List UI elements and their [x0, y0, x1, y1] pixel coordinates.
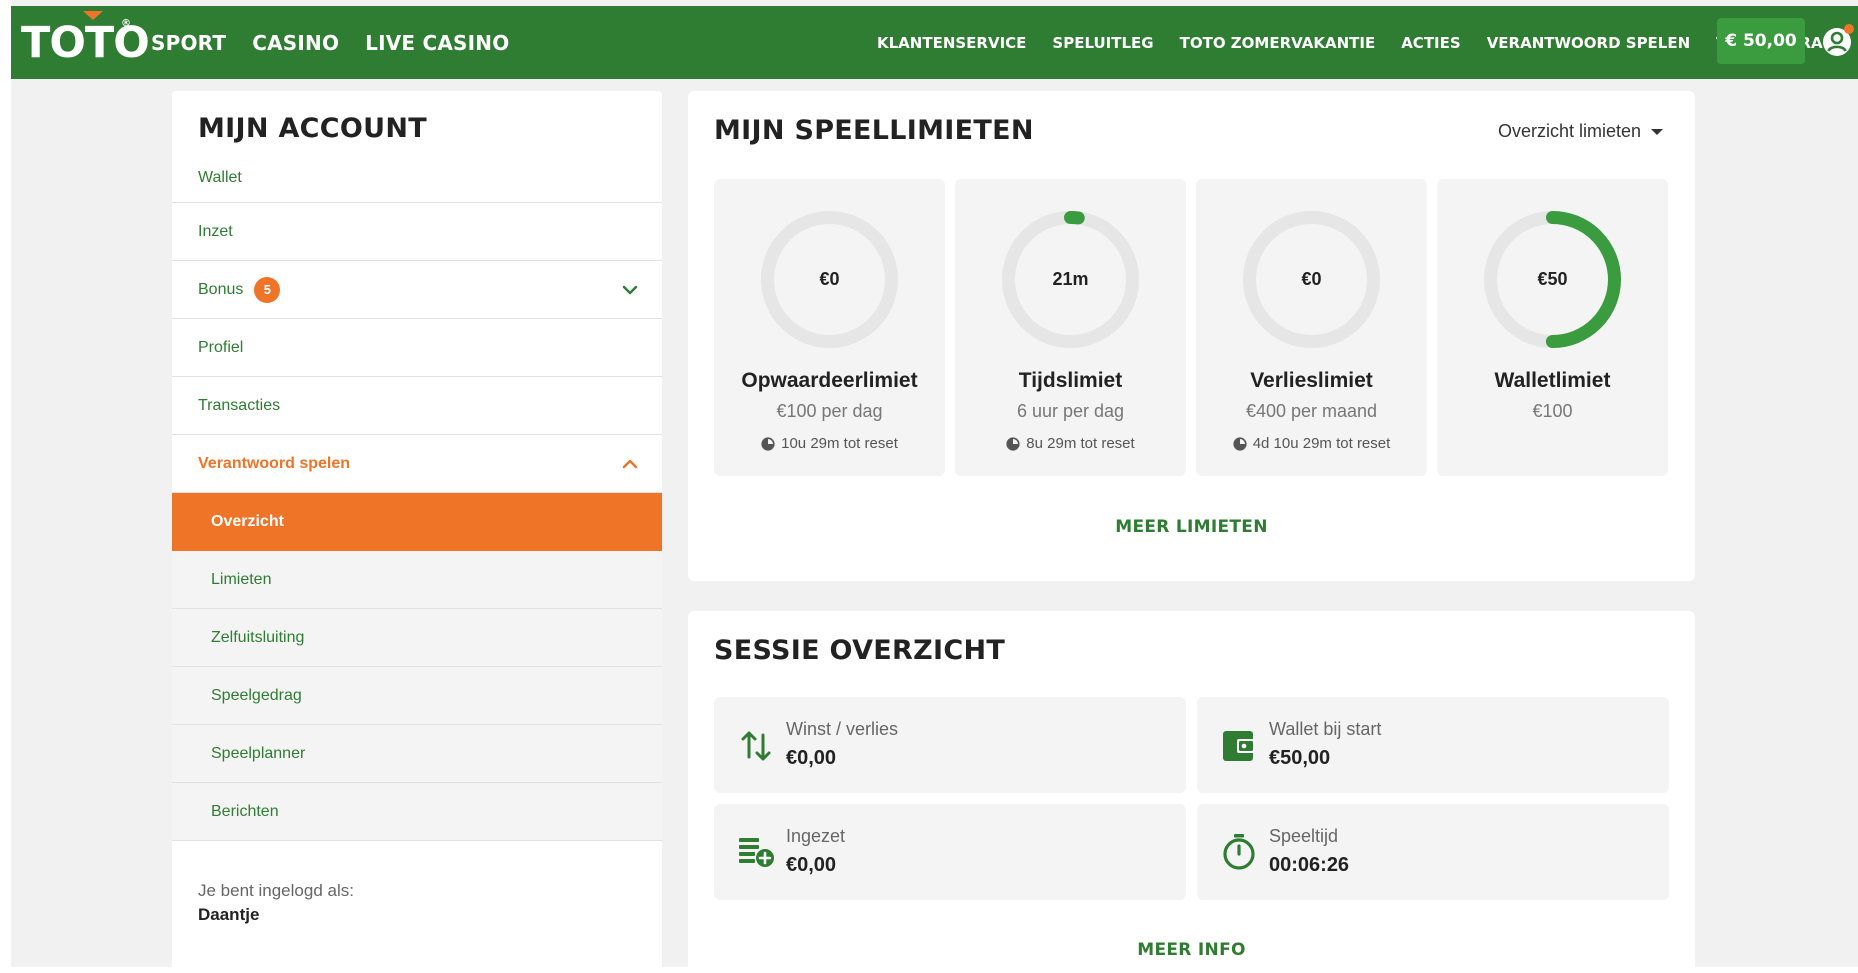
- more-limits-link[interactable]: MEER LIMIETEN: [688, 517, 1695, 537]
- limit-reset: 4d 10u 29m tot reset: [1196, 435, 1427, 452]
- bonus-count-badge: 5: [254, 276, 281, 303]
- sidebar-item-label: Bonus: [198, 280, 244, 298]
- limit-amount: €400 per maand: [1245, 401, 1378, 421]
- session-stat-label: Ingezet: [786, 826, 846, 846]
- reset-clock-icon: [1233, 436, 1247, 451]
- session-title: SESSIE OVERZICHT: [714, 635, 1006, 666]
- limit-tile-verlieslimiet[interactable]: €0 Verlieslimiet €400 per maand 4d 10u 2…: [1196, 179, 1427, 476]
- sidebar-item-label: Transacties: [198, 396, 281, 414]
- sidebar-item-bonus[interactable]: Bonus 5: [172, 261, 662, 319]
- nav-casino[interactable]: CASINO: [252, 31, 339, 55]
- session-stat-label: Wallet bij start: [1269, 719, 1382, 739]
- limit-amount: €100 per dag: [776, 401, 883, 421]
- logged-in-username: Daantje: [198, 905, 260, 924]
- nav-live-casino[interactable]: LIVE CASINO: [365, 31, 509, 55]
- limit-reset-text: 10u 29m tot reset: [781, 435, 898, 452]
- limit-amount: €100: [1532, 401, 1573, 421]
- sidebar-item-transacties[interactable]: Transacties: [172, 377, 662, 435]
- limit-reset-text: 4d 10u 29m tot reset: [1252, 435, 1391, 452]
- limit-reset: 8u 29m tot reset: [955, 435, 1186, 452]
- session-stat-value: €0,00: [786, 854, 837, 876]
- nav-speluitleg[interactable]: SPELUITLEG: [1052, 34, 1153, 52]
- main-nav: SPORT CASINO LIVE CASINO: [151, 6, 509, 79]
- limits-title: MIJN SPEELLIMIETEN: [714, 115, 1034, 146]
- coins-add-icon: [739, 838, 774, 867]
- dropdown-label: Overzicht limieten: [1497, 121, 1641, 141]
- session-card: SESSIE OVERZICHT Winst / verlies €0,00 W…: [688, 611, 1695, 973]
- sidebar-item-label: Wallet: [198, 169, 242, 186]
- limit-name: Verlieslimiet: [1250, 369, 1373, 392]
- chevron-up-icon[interactable]: [622, 459, 638, 469]
- session-stat-label: Winst / verlies: [786, 719, 899, 739]
- sidebar-menu: Wallet Inzet Bonus 5 Profiel Transacties…: [172, 163, 662, 841]
- window-edge-left: [0, 0, 11, 973]
- sidebar-item-label: Verantwoord spelen: [198, 454, 351, 472]
- sidebar-item-label: Profiel: [198, 338, 244, 356]
- nav-verantwoord-spelen[interactable]: VERANTWOORD SPELEN: [1487, 34, 1690, 52]
- reset-clock-icon: [1006, 436, 1020, 451]
- session-stat-wallet-bij-start: Wallet bij start €50,00: [1197, 697, 1669, 793]
- limits-card: MIJN SPEELLIMIETEN Overzicht limieten €0…: [688, 91, 1695, 581]
- sidebar-item-verantwoord-spelen[interactable]: Verantwoord spelen: [172, 435, 662, 493]
- session-stat-label: Speeltijd: [1269, 826, 1339, 846]
- limit-value: €0: [1301, 269, 1322, 289]
- sidebar-subitem-berichten[interactable]: Berichten: [172, 783, 662, 841]
- session-stat-ingezet: Ingezet €0,00: [714, 804, 1186, 900]
- session-stat-value: €0,00: [786, 747, 837, 769]
- up-down-arrows-icon: [741, 731, 771, 761]
- account-sidebar: MIJN ACCOUNT Wallet Inzet Bonus 5 Profie…: [172, 91, 662, 973]
- sidebar-title: MIJN ACCOUNT: [198, 113, 427, 144]
- sidebar-item-inzet[interactable]: Inzet: [172, 203, 662, 261]
- more-info-link[interactable]: MEER INFO: [688, 940, 1695, 960]
- logged-in-label: Je bent ingelogd als:: [198, 881, 354, 900]
- limit-name: Tijdslimiet: [1018, 369, 1123, 392]
- sidebar-subitem-limieten[interactable]: Limieten: [172, 551, 662, 609]
- wallet-icon: [1223, 731, 1255, 761]
- stopwatch-icon: [1223, 834, 1255, 870]
- limit-amount: 6 uur per dag: [1016, 401, 1125, 421]
- top-navigation-bar: TOTO ® SPORT CASINO LIVE CASINO KLANTENS…: [11, 6, 1858, 79]
- nav-sport[interactable]: SPORT: [151, 31, 226, 55]
- session-stat-speeltijd: Speeltijd 00:06:26: [1197, 804, 1669, 900]
- nav-acties[interactable]: ACTIES: [1401, 34, 1460, 52]
- limit-value: 21m: [1052, 269, 1089, 289]
- session-stat-value: €50,00: [1269, 747, 1331, 769]
- toto-logo[interactable]: TOTO ®: [21, 11, 150, 68]
- logo-registered-mark: ®: [121, 18, 131, 29]
- nav-toto-zomervakantie[interactable]: TOTO ZOMERVAKANTIE: [1180, 34, 1376, 52]
- secondary-nav: KLANTENSERVICE SPELUITLEG TOTO ZOMERVAKA…: [877, 6, 1823, 79]
- reset-clock-icon: [761, 436, 775, 451]
- nav-klantenservice[interactable]: KLANTENSERVICE: [877, 34, 1026, 52]
- caret-down-icon: [1651, 128, 1663, 135]
- session-stat-value: 00:06:26: [1269, 854, 1350, 876]
- notification-dot: [1844, 24, 1854, 34]
- limit-reset-text: 8u 29m tot reset: [1026, 435, 1135, 452]
- limit-tiles: €0 Opwaardeerlimiet €100 per dag 10u 29m…: [714, 179, 1668, 476]
- limit-reset: 10u 29m tot reset: [714, 435, 945, 452]
- sidebar-item-label: Inzet: [198, 222, 233, 240]
- sidebar-subitem-zelfuitsluiting[interactable]: Zelfuitsluiting: [172, 609, 662, 667]
- limit-tile-tijdslimiet[interactable]: 21m Tijdslimiet 6 uur per dag 8u 29m tot…: [955, 179, 1186, 476]
- logo-ball-icon: [83, 11, 103, 20]
- user-account-icon[interactable]: [1819, 22, 1857, 60]
- balance-button[interactable]: € 50,00: [1717, 18, 1805, 64]
- sidebar-subitem-speelplanner[interactable]: Speelplanner: [172, 725, 662, 783]
- sidebar-subitem-speelgedrag[interactable]: Speelgedrag: [172, 667, 662, 725]
- session-stat-winst-verlies: Winst / verlies €0,00: [714, 697, 1186, 793]
- limits-overview-dropdown[interactable]: Overzicht limieten: [1498, 121, 1663, 142]
- limit-value: €50: [1537, 269, 1568, 289]
- limit-name: Walletlimiet: [1494, 369, 1611, 392]
- limit-tile-opwaardeerlimiet[interactable]: €0 Opwaardeerlimiet €100 per dag 10u 29m…: [714, 179, 945, 476]
- limit-value: €0: [819, 269, 840, 289]
- sidebar-subitem-overzicht[interactable]: Overzicht: [172, 493, 662, 551]
- limit-tile-walletlimiet[interactable]: €50 Walletlimiet €100: [1437, 179, 1668, 476]
- sidebar-item-wallet[interactable]: Wallet: [172, 163, 662, 203]
- chevron-down-icon[interactable]: [622, 285, 638, 295]
- sidebar-item-profiel[interactable]: Profiel: [172, 319, 662, 377]
- limit-name: Opwaardeerlimiet: [741, 369, 918, 392]
